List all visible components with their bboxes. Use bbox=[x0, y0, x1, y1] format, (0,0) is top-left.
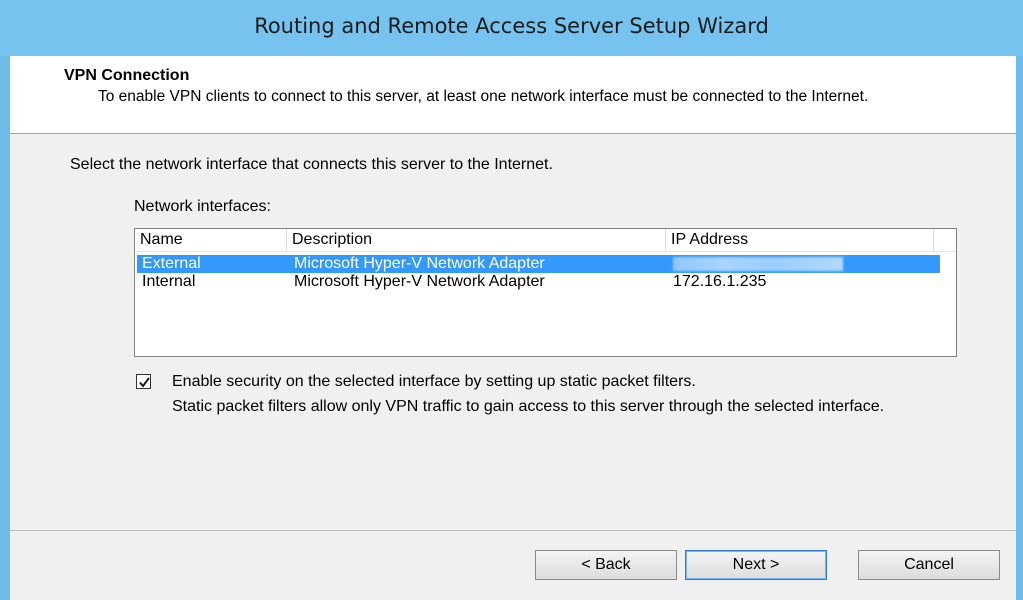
page-title: VPN Connection bbox=[64, 67, 190, 84]
enable-security-checkbox[interactable] bbox=[136, 374, 151, 389]
page-description: To enable VPN clients to connect to this… bbox=[98, 88, 869, 105]
next-button[interactable]: Next > bbox=[685, 550, 827, 580]
redacted-ip-address bbox=[673, 257, 843, 271]
instruction-text: Select the network interface that connec… bbox=[70, 156, 553, 173]
footer-divider bbox=[10, 530, 1016, 531]
interface-description: Microsoft Hyper-V Network Adapter bbox=[294, 255, 545, 272]
column-header-ip-address[interactable]: IP Address bbox=[666, 229, 934, 251]
interface-row-external[interactable]: External Microsoft Hyper-V Network Adapte… bbox=[137, 255, 940, 273]
title-bar[interactable]: Routing and Remote Access Server Setup W… bbox=[0, 0, 1023, 56]
interface-name: External bbox=[142, 255, 201, 272]
interface-description: Microsoft Hyper-V Network Adapter bbox=[294, 273, 545, 290]
interface-name: Internal bbox=[142, 273, 196, 290]
network-interfaces-list[interactable]: Name Description IP Address External Micr… bbox=[134, 228, 957, 357]
back-button[interactable]: < Back bbox=[535, 550, 677, 580]
column-header-name[interactable]: Name bbox=[135, 229, 287, 251]
column-header-description[interactable]: Description bbox=[287, 229, 666, 251]
enable-security-label[interactable]: Enable security on the selected interfac… bbox=[172, 373, 696, 391]
cancel-button[interactable]: Cancel bbox=[858, 550, 1000, 580]
wizard-client-area: VPN Connection To enable VPN clients to … bbox=[10, 56, 1016, 600]
column-header-filler bbox=[934, 229, 956, 251]
header-divider bbox=[135, 251, 956, 252]
enable-security-description: Static packet filters allow only VPN tra… bbox=[172, 398, 885, 415]
checkmark-icon bbox=[139, 377, 150, 388]
wizard-header: VPN Connection To enable VPN clients to … bbox=[10, 56, 1016, 134]
wizard-window: Routing and Remote Access Server Setup W… bbox=[0, 0, 1023, 600]
window-title: Routing and Remote Access Server Setup W… bbox=[254, 14, 769, 38]
network-interfaces-label: Network interfaces: bbox=[134, 198, 271, 215]
interface-row-internal[interactable]: Internal Microsoft Hyper-V Network Adapte… bbox=[137, 273, 940, 291]
interface-ip-address: 172.16.1.235 bbox=[673, 273, 767, 290]
